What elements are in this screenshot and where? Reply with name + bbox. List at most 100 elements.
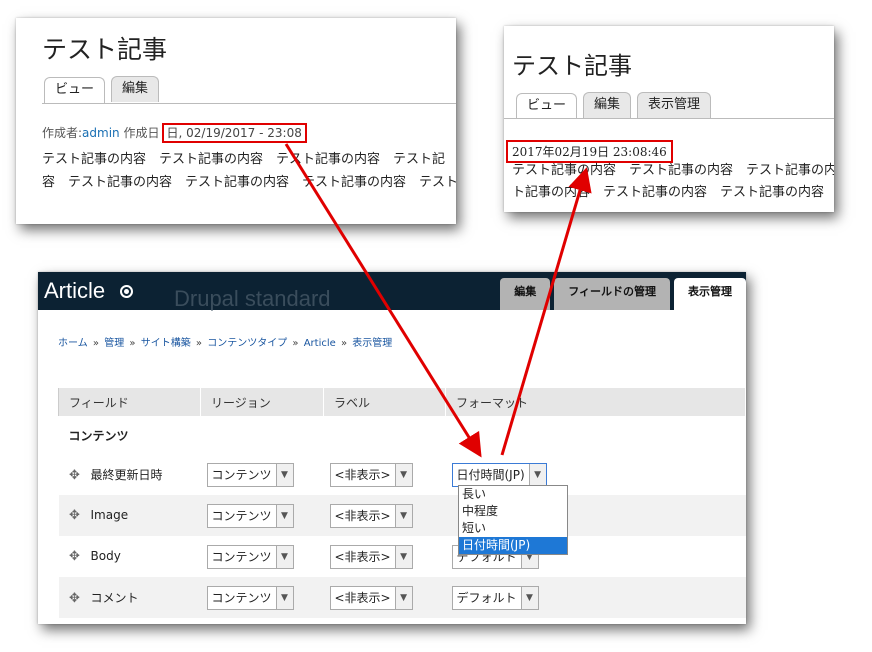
breadcrumb-separator: »	[340, 338, 348, 349]
region-select[interactable]: コンテンツ ▼	[206, 585, 294, 610]
breadcrumb-article[interactable]: Article	[304, 338, 336, 349]
breadcrumb-separator: »	[92, 338, 100, 349]
content-type-title: Article	[44, 278, 106, 303]
format-option[interactable]: 短い	[459, 520, 567, 537]
tab-manage-display[interactable]: 表示管理	[674, 278, 746, 310]
page-title: テスト記事	[512, 52, 632, 80]
tab-view[interactable]: ビュー	[44, 77, 106, 103]
drag-handle-icon[interactable]: ✥	[69, 549, 81, 564]
column-header-field: フィールド	[58, 388, 201, 416]
body-line: ト記事の内容 テスト記事の内容 テスト記事の内容 テス	[512, 185, 834, 200]
select-value: コンテンツ	[211, 467, 272, 482]
body-line: 容 テスト記事の内容 テスト記事の内容 テスト記事の内容 テスト	[42, 175, 456, 190]
chevron-down-icon: ▼	[394, 586, 412, 609]
table-row: ✥ コメント コンテンツ ▼ <非表示> ▼ デフォルト ▼	[58, 577, 746, 618]
chevron-down-icon: ▼	[275, 586, 293, 609]
region-select[interactable]: コンテンツ ▼	[206, 462, 294, 487]
format-select[interactable]: デフォルト ▼	[451, 585, 539, 610]
breadcrumb-separator: »	[292, 338, 299, 349]
article-view-panel-after: テスト記事 ビュー 編集 表示管理 2017年02月19日 23:08:46 テ…	[504, 26, 834, 212]
select-value: <非表示>	[334, 549, 391, 564]
meta-created-label: 作成日	[123, 126, 160, 140]
breadcrumb-structure[interactable]: サイト構築	[141, 338, 191, 349]
chevron-down-icon: ▼	[520, 586, 538, 609]
chevron-down-icon: ▼	[275, 463, 293, 486]
select-value: <非表示>	[334, 590, 391, 605]
select-value: 日付時間(JP)	[456, 467, 525, 482]
label-select[interactable]: <非表示> ▼	[329, 503, 413, 528]
created-date-highlight: 日, 02/19/2017 - 23:08	[161, 123, 307, 143]
label-select[interactable]: <非表示> ▼	[329, 462, 413, 487]
article-body: テスト記事の内容 テスト記事の内容 テスト記事の内容 テスト記 容 テスト記事の…	[42, 148, 456, 194]
chevron-down-icon: ▼	[528, 463, 546, 486]
tab-divider	[42, 103, 456, 104]
local-tabs: ビュー 編集 表示管理	[516, 92, 712, 119]
table-row: ✥ Image コンテンツ ▼ <非表示> ▼	[58, 495, 746, 536]
local-tabs: ビュー 編集	[44, 76, 160, 103]
format-option[interactable]: 長い	[459, 486, 567, 503]
column-header-format: フォーマット	[445, 388, 746, 416]
meta-prefix: 作成者:	[42, 126, 83, 140]
select-value: <非表示>	[334, 508, 391, 523]
body-line: テスト記事の内容 テスト記事の内容 テスト記事の内容	[512, 163, 834, 178]
drag-handle-icon[interactable]: ✥	[69, 468, 81, 483]
breadcrumb-separator: »	[129, 338, 136, 349]
shortcut-icon[interactable]	[120, 285, 133, 298]
drag-handle-icon[interactable]: ✥	[69, 508, 81, 523]
chevron-down-icon: ▼	[275, 504, 293, 527]
manage-display-panel: Article Drupal standard 編集 フィールドの管理 表示管理…	[38, 272, 746, 624]
author-link[interactable]: admin	[82, 126, 120, 140]
select-value: デフォルト	[456, 590, 517, 605]
chevron-down-icon: ▼	[394, 504, 412, 527]
column-header-region: リージョン	[200, 388, 324, 416]
breadcrumb: ホーム » 管理 » サイト構築 » コンテンツタイプ » Article » …	[58, 334, 392, 349]
chevron-down-icon: ▼	[394, 545, 412, 568]
select-value: コンテンツ	[211, 590, 272, 605]
format-select[interactable]: 日付時間(JP) ▼	[451, 462, 547, 487]
chevron-down-icon: ▼	[275, 545, 293, 568]
breadcrumb-separator: »	[195, 338, 203, 349]
format-option-selected[interactable]: 日付時間(JP)	[459, 537, 567, 554]
article-view-panel-before: テスト記事 ビュー 編集 作成者:admin 作成日 日, 02/19/2017 …	[16, 18, 456, 224]
site-name-watermark: Drupal standard	[174, 286, 331, 311]
label-select[interactable]: <非表示> ▼	[329, 585, 413, 610]
region-select[interactable]: コンテンツ ▼	[206, 503, 294, 528]
format-options-list: 長い 中程度 短い 日付時間(JP)	[458, 485, 568, 555]
submitted-info: 作成者:admin 作成日 日, 02/19/2017 - 23:08	[42, 123, 307, 143]
admin-tabs: 編集 フィールドの管理 表示管理	[500, 278, 746, 310]
table-header: フィールド リージョン ラベル フォーマット	[58, 388, 746, 416]
tab-manage-fields[interactable]: フィールドの管理	[554, 278, 670, 310]
select-value: <非表示>	[334, 467, 391, 482]
select-value: コンテンツ	[211, 549, 272, 564]
page-title: テスト記事	[42, 35, 168, 64]
breadcrumb-content-types[interactable]: コンテンツタイプ	[207, 338, 287, 349]
format-option[interactable]: 中程度	[459, 503, 567, 520]
fields-table: フィールド リージョン ラベル フォーマット コンテンツ ✥ 最終更新日時 コンテ…	[58, 388, 746, 618]
chevron-down-icon: ▼	[394, 463, 412, 486]
tab-edit[interactable]: 編集	[583, 92, 632, 118]
region-label: コンテンツ	[68, 428, 129, 443]
tab-edit[interactable]: 編集	[111, 76, 160, 102]
article-body: テスト記事の内容 テスト記事の内容 テスト記事の内容 ト記事の内容 テスト記事の…	[512, 160, 834, 204]
tab-view[interactable]: ビュー	[516, 93, 578, 119]
field-name: 最終更新日時	[90, 468, 163, 482]
label-select[interactable]: <非表示> ▼	[329, 544, 413, 569]
tab-manage-display[interactable]: 表示管理	[637, 92, 712, 118]
drag-handle-icon[interactable]: ✥	[69, 591, 81, 606]
breadcrumb-manage-display[interactable]: 表示管理	[352, 338, 392, 349]
field-name: Image	[90, 508, 129, 522]
body-line: テスト記事の内容 テスト記事の内容 テスト記事の内容 テスト記	[42, 152, 446, 167]
table-row: ✥ 最終更新日時 コンテンツ ▼ <非表示> ▼ 日付時間(JP) ▼	[59, 454, 746, 495]
select-value: コンテンツ	[211, 508, 272, 523]
field-name: Body	[90, 549, 121, 563]
breadcrumb-admin[interactable]: 管理	[104, 338, 124, 349]
column-header-label: ラベル	[323, 388, 446, 416]
field-name: コメント	[90, 591, 139, 605]
region-select[interactable]: コンテンツ ▼	[206, 544, 294, 569]
tab-edit[interactable]: 編集	[500, 278, 551, 310]
breadcrumb-home[interactable]: ホーム	[58, 338, 88, 349]
admin-header: Article Drupal standard 編集 フィールドの管理 表示管理	[38, 272, 746, 311]
tab-divider	[504, 118, 834, 119]
region-row: コンテンツ	[59, 416, 746, 454]
table-row: ✥ Body コンテンツ ▼ <非表示> ▼ デフォルト ▼	[59, 536, 746, 577]
